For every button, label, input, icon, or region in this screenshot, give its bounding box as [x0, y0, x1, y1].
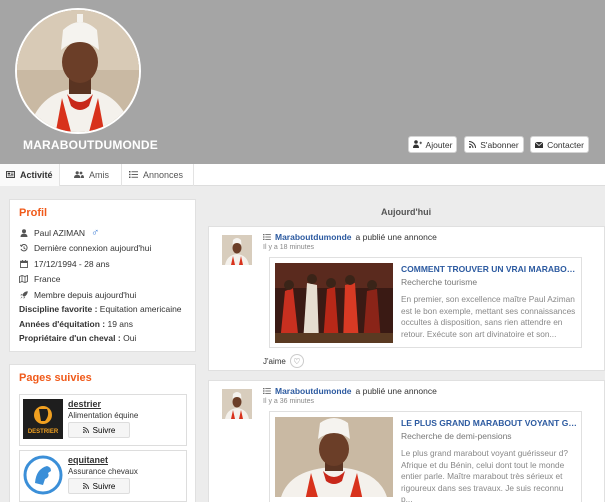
- years-row: Années d'équitation : 19 ans: [19, 319, 133, 329]
- list-icon: [263, 232, 271, 242]
- country-text: France: [34, 274, 61, 284]
- heart-icon[interactable]: ♡: [289, 354, 304, 368]
- info-last-login-row: Dernière connexion aujourd'hui: [19, 243, 151, 253]
- last-login-text: Dernière connexion aujourd'hui: [34, 243, 152, 253]
- owner-label: Propriétaire d'un cheval :: [19, 333, 121, 343]
- rocket-icon: [19, 291, 28, 299]
- post-action-text: a publié une annonce: [355, 232, 437, 242]
- rss-icon: [82, 482, 89, 491]
- page-desc: Assurance chevaux: [68, 467, 138, 476]
- announcement-title[interactable]: LE PLUS GRAND MARABOUT VOYANT GUÉRISSEU.…: [401, 418, 579, 428]
- tab-amis-label: Amis: [89, 170, 109, 180]
- contact-button[interactable]: Contacter: [530, 136, 589, 153]
- add-friend-button[interactable]: Ajouter: [408, 136, 457, 153]
- subscribe-label: S'abonner: [480, 139, 519, 150]
- discipline-value: Equitation americaine: [99, 304, 182, 314]
- owner-value: Oui: [123, 333, 137, 343]
- followed-page-item: equitanet Assurance chevaux Suivre: [19, 450, 187, 502]
- follow-label: Suivre: [92, 425, 116, 435]
- envelope-icon: [534, 140, 544, 150]
- announcement-title[interactable]: COMMENT TROUVER UN VRAI MARABOUT-VRAI M.…: [401, 264, 579, 274]
- destrier-logo[interactable]: DESTRIER: [23, 399, 63, 439]
- page-name-link[interactable]: equitanet: [68, 455, 108, 465]
- like-label: J'aime: [263, 356, 286, 366]
- member-since-text: Membre depuis aujourd'hui: [34, 290, 137, 300]
- post-author-avatar[interactable]: [222, 235, 252, 265]
- newspaper-icon: [6, 170, 15, 180]
- followed-pages-title: Pages suivies: [19, 372, 92, 384]
- announcement-category: Recherche tourisme: [401, 277, 478, 287]
- post-timestamp: Il y a 18 minutes: [263, 244, 314, 251]
- tab-annonces-label: Annonces: [143, 170, 184, 180]
- profile-avatar[interactable]: [15, 8, 141, 134]
- profile-tabs: Activité Amis Annonces: [0, 164, 605, 186]
- announcement-category: Recherche de demi-pensions: [401, 431, 512, 441]
- announcement-excerpt: Le plus grand marabout voyant guérisseur…: [401, 448, 568, 502]
- announcement-image[interactable]: [275, 417, 393, 497]
- post-header: Maraboutdumonde a publié une annonce: [263, 386, 437, 396]
- announcement-card[interactable]: LE PLUS GRAND MARABOUT VOYANT GUÉRISSEU.…: [269, 411, 582, 502]
- destrier-logo-text: DESTRIER: [28, 429, 59, 435]
- discipline-label: Discipline favorite :: [19, 304, 98, 314]
- birth-date-text: 17/12/1994 - 28 ans: [34, 259, 110, 269]
- feed-post: Maraboutdumonde a publié une annonce Il …: [208, 380, 605, 502]
- calendar-icon: [19, 260, 28, 268]
- tab-activite-label: Activité: [20, 170, 53, 180]
- subscribe-button[interactable]: S'abonner: [464, 136, 524, 153]
- post-author-link[interactable]: Maraboutdumonde: [275, 232, 352, 242]
- feed-day-heading: Aujourd'hui: [381, 207, 432, 217]
- male-icon: ♂: [91, 227, 100, 239]
- user-plus-icon: [412, 139, 422, 150]
- user-icon: [19, 229, 28, 237]
- contact-label: Contacter: [547, 139, 584, 150]
- history-icon: [19, 244, 28, 252]
- announcement-image[interactable]: [275, 263, 393, 343]
- discipline-row: Discipline favorite : Equitation america…: [19, 304, 182, 314]
- years-label: Années d'équitation :: [19, 319, 106, 329]
- info-country-row: France: [19, 274, 60, 284]
- follow-label: Suivre: [92, 481, 116, 491]
- feed-post: Maraboutdumonde a publié une annonce Il …: [208, 226, 605, 371]
- info-name-row: Paul AZIMAN ♂: [19, 227, 99, 239]
- add-friend-label: Ajouter: [425, 139, 453, 150]
- info-member-since-row: Membre depuis aujourd'hui: [19, 290, 136, 300]
- profile-username: MARABOUTDUMONDE: [23, 138, 158, 152]
- profile-name: Paul AZIMAN: [34, 228, 86, 238]
- list-icon: [129, 170, 138, 180]
- rss-icon: [469, 140, 477, 150]
- profile-card-title: Profil: [19, 207, 48, 219]
- announcement-excerpt: En premier, son excellence maître Paul A…: [401, 294, 576, 339]
- rss-icon: [82, 426, 89, 435]
- page-name-link[interactable]: destrier: [68, 399, 101, 409]
- like-row: J'aime ♡: [263, 354, 304, 368]
- equitanet-logo[interactable]: [23, 455, 63, 495]
- post-timestamp: Il y a 36 minutes: [263, 398, 314, 405]
- years-value: 19 ans: [107, 319, 133, 329]
- followed-page-item: DESTRIER destrier Alimentation équine Su…: [19, 394, 187, 446]
- map-icon: [19, 275, 28, 283]
- owner-row: Propriétaire d'un cheval : Oui: [19, 333, 136, 343]
- users-icon: [74, 170, 84, 180]
- tab-annonces[interactable]: Annonces: [122, 164, 194, 186]
- tab-amis[interactable]: Amis: [60, 164, 122, 186]
- follow-button[interactable]: Suivre: [68, 422, 130, 438]
- announcement-card[interactable]: COMMENT TROUVER UN VRAI MARABOUT-VRAI M.…: [269, 257, 582, 348]
- post-author-link[interactable]: Maraboutdumonde: [275, 386, 352, 396]
- list-icon: [263, 386, 271, 396]
- post-header: Maraboutdumonde a publié une annonce: [263, 232, 437, 242]
- page-desc: Alimentation équine: [68, 411, 139, 420]
- post-author-avatar[interactable]: [222, 389, 252, 419]
- info-birth-row: 17/12/1994 - 28 ans: [19, 259, 110, 269]
- tab-activite[interactable]: Activité: [0, 164, 60, 186]
- post-action-text: a publié une annonce: [355, 386, 437, 396]
- follow-button[interactable]: Suivre: [68, 478, 130, 494]
